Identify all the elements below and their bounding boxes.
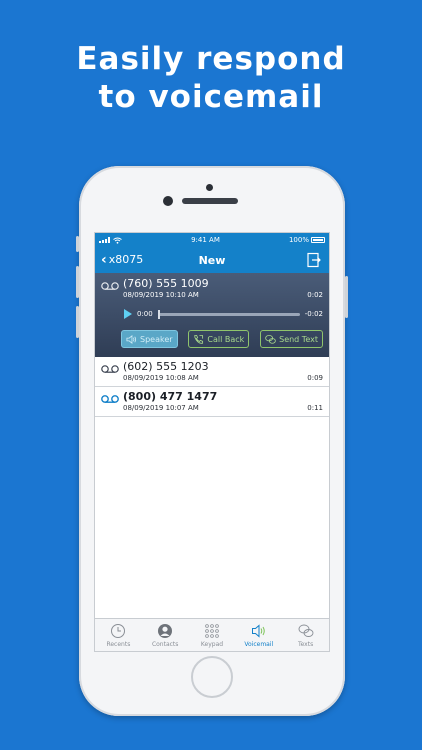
home-button[interactable] [191, 656, 233, 698]
voicemail-datetime: 08/09/2019 10:10 AM [123, 291, 199, 299]
power-button [345, 276, 348, 318]
playback-knob[interactable] [157, 309, 160, 319]
tab-label: Contacts [151, 640, 179, 648]
voicemail-new-icon [101, 395, 119, 403]
contact-icon [158, 623, 173, 638]
voicemail-number: (800) 477 1477 [123, 390, 218, 403]
volume-up-button [76, 266, 79, 298]
speaker-label: Speaker [140, 334, 173, 344]
tab-label: Voicemail [244, 640, 274, 648]
playback-remaining: -0:02 [304, 310, 323, 318]
front-camera [163, 196, 173, 206]
back-button[interactable]: ‹ x8075 [101, 251, 144, 268]
voicemail-datetime: 08/09/2019 10:08 AM [123, 374, 199, 382]
headline-line-1: Easily respond [76, 41, 346, 77]
tab-texts[interactable]: Texts [284, 623, 328, 648]
voicemail-row[interactable]: (800) 477 1477 08/09/2019 10:07 AM 0:11 [95, 387, 329, 417]
send-text-button[interactable]: Send Text [260, 330, 323, 348]
voicemail-icon [101, 282, 119, 290]
battery-percent: 100% [288, 236, 309, 244]
mute-switch [76, 236, 79, 252]
chat-bubbles-icon [265, 334, 276, 344]
voicemail-datetime: 08/09/2019 10:07 AM [123, 404, 199, 412]
voicemail-expanded[interactable]: (760) 555 1009 08/09/2019 10:10 AM 0:02 … [95, 273, 329, 357]
phone-icon [194, 334, 204, 344]
chevron-left-icon: ‹ [101, 251, 107, 268]
call-back-label: Call Back [207, 334, 245, 344]
phone-frame: 9:41 AM 100% ‹ x8075 New (760) 555 1009 … [76, 166, 348, 716]
screen: 9:41 AM 100% ‹ x8075 New (760) 555 1009 … [94, 232, 330, 652]
tab-label: Recents [106, 640, 131, 648]
earpiece-speaker [182, 198, 238, 204]
call-back-button[interactable]: Call Back [188, 330, 250, 348]
voicemail-row[interactable]: (602) 555 1203 08/09/2019 10:08 AM 0:09 [95, 357, 329, 387]
tab-recents[interactable]: Recents [96, 623, 140, 648]
tab-label: Texts [297, 640, 314, 648]
volume-down-button [76, 306, 79, 338]
voicemail-duration: 0:02 [307, 291, 323, 299]
voicemail-number: (760) 555 1009 [123, 277, 209, 290]
tab-bar: Recents Contacts Keypad Voicemail Texts [95, 618, 329, 651]
tab-voicemail[interactable]: Voicemail [237, 623, 281, 648]
chat-icon [298, 624, 314, 637]
play-icon[interactable] [124, 309, 132, 319]
keypad-icon [205, 623, 219, 638]
headline-line-2: to voicemail [98, 79, 324, 115]
nav-bar: ‹ x8075 New [95, 247, 329, 273]
voicemail-number: (602) 555 1203 [123, 360, 209, 373]
clock-icon [111, 623, 126, 638]
signal-icon [99, 237, 110, 243]
logout-icon[interactable] [305, 252, 321, 268]
tab-contacts[interactable]: Contacts [143, 623, 187, 648]
battery-icon [310, 237, 325, 243]
playback-slider[interactable] [157, 309, 300, 319]
tab-label: Keypad [200, 640, 224, 648]
headline: Easily respond to voicemail [0, 40, 422, 116]
voicemail-duration: 0:11 [307, 404, 323, 412]
speaker-icon [126, 334, 137, 344]
speaker-button[interactable]: Speaker [121, 330, 178, 348]
playback-position: 0:00 [137, 310, 153, 318]
voicemail-icon [101, 365, 119, 373]
status-bar: 9:41 AM 100% [95, 233, 329, 247]
wifi-icon [113, 237, 122, 244]
tab-keypad[interactable]: Keypad [190, 623, 234, 648]
voicemail-speaker-icon [251, 623, 265, 638]
earpiece-dot [206, 184, 213, 191]
back-label: x8075 [108, 253, 144, 266]
status-time: 9:41 AM [191, 236, 220, 244]
voicemail-duration: 0:09 [307, 374, 323, 382]
send-text-label: Send Text [279, 334, 318, 344]
playback-bar: 0:00 -0:02 [101, 309, 323, 319]
voicemail-list: (602) 555 1203 08/09/2019 10:08 AM 0:09 … [95, 357, 329, 417]
